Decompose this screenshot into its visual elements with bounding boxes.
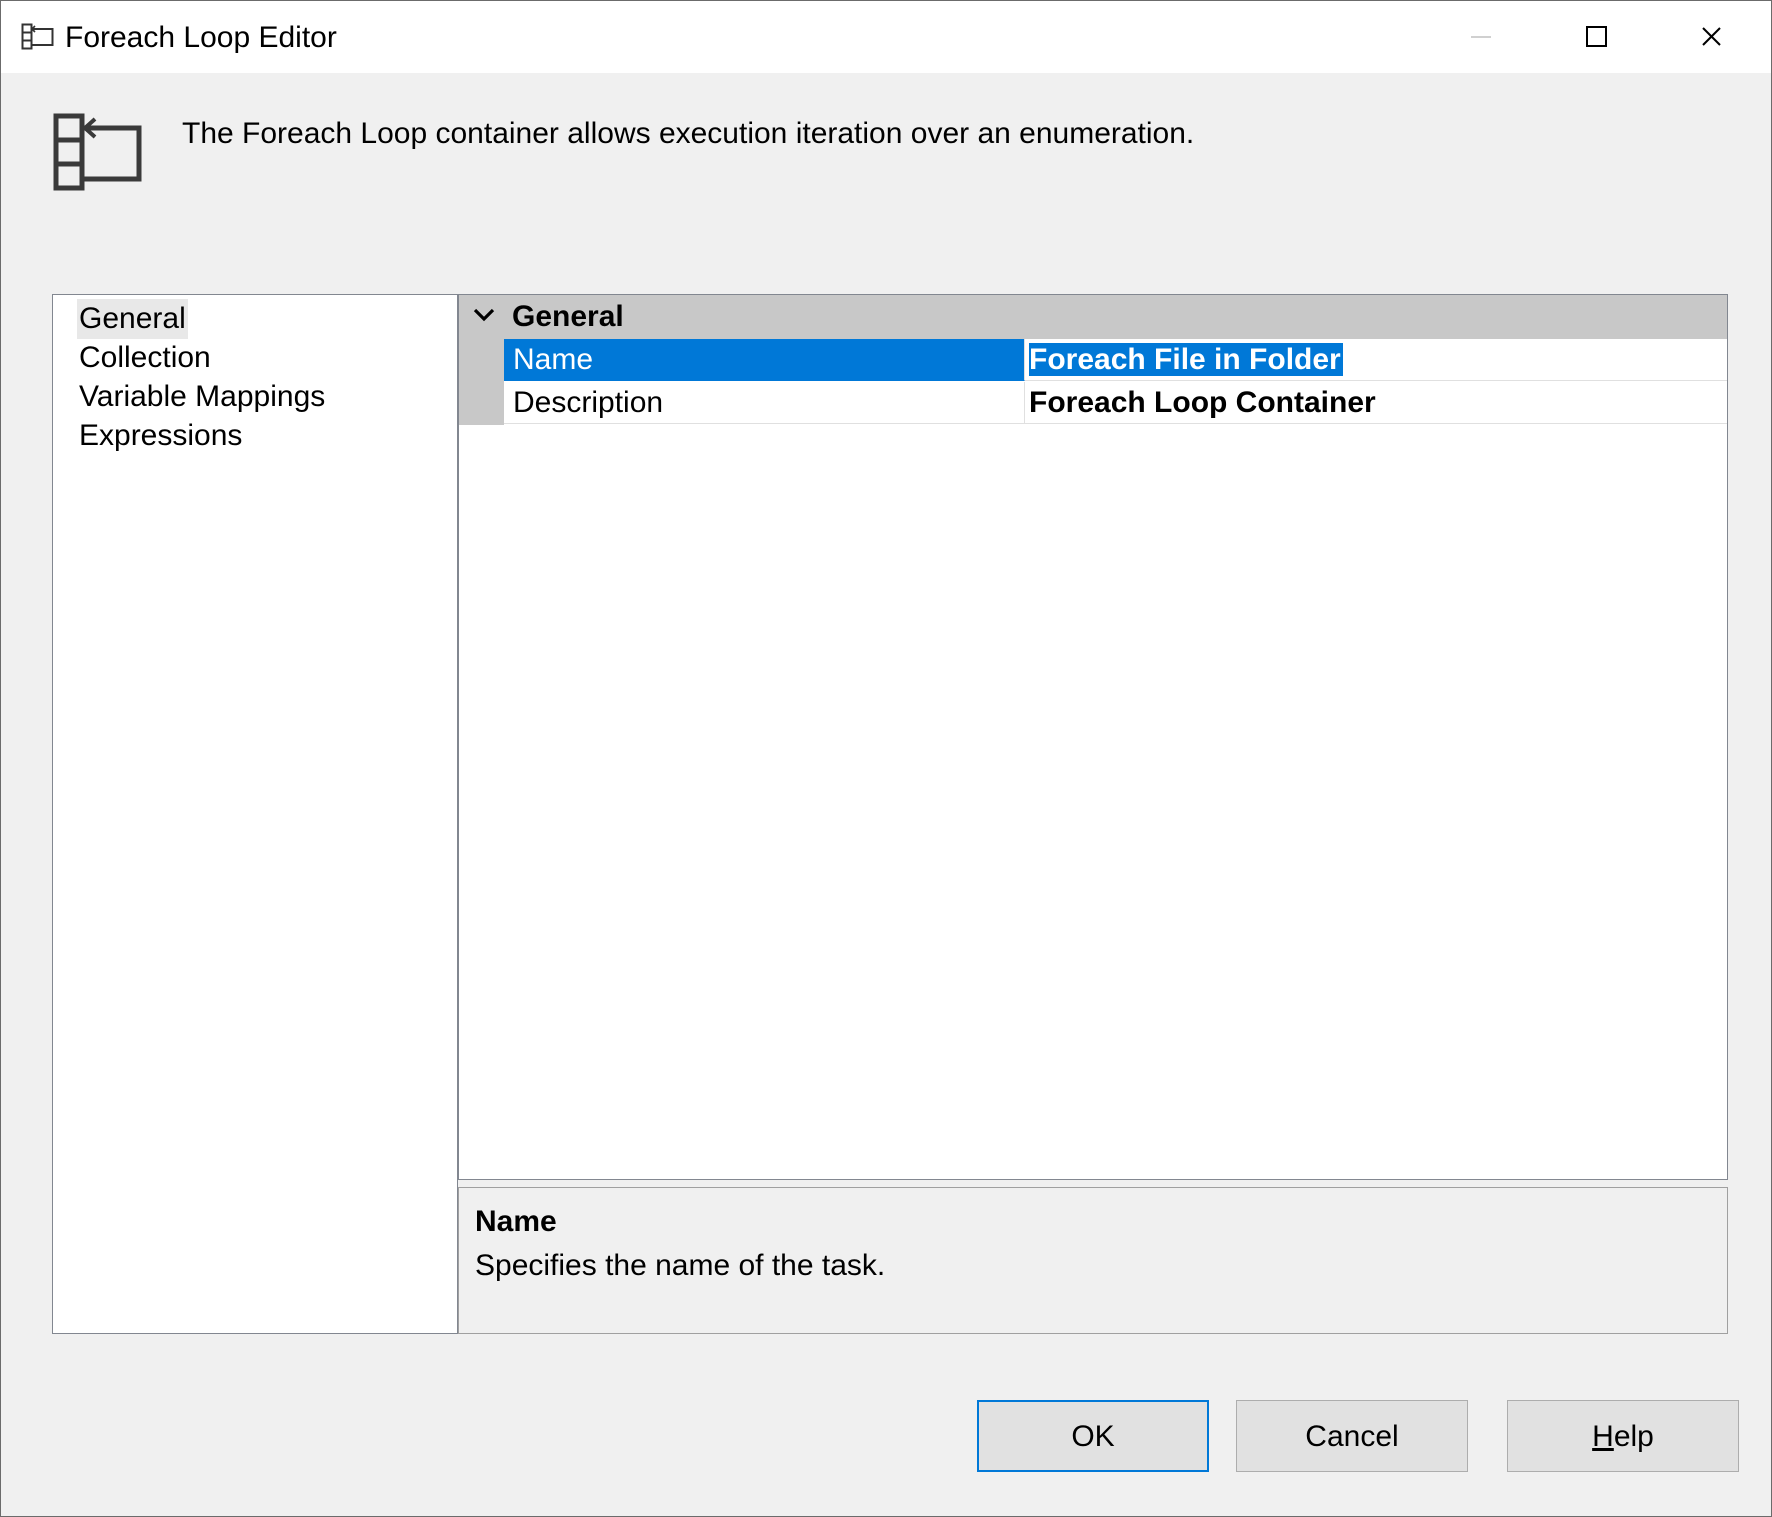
help-button[interactable]: Help: [1507, 1400, 1739, 1472]
property-name-label[interactable]: Name: [504, 339, 1025, 381]
close-icon: [1702, 27, 1721, 46]
category-general[interactable]: General: [459, 295, 1727, 339]
property-name-value-text[interactable]: Foreach File in Folder: [1029, 343, 1343, 376]
help-mnemonic: H: [1592, 1420, 1614, 1453]
property-row-description[interactable]: Description Foreach Loop Container: [459, 382, 1727, 425]
property-description-label[interactable]: Description: [504, 382, 1025, 424]
dialog-description: The Foreach Loop container allows execut…: [182, 117, 1195, 150]
title-bar: Foreach Loop Editor: [1, 1, 1771, 73]
property-grid: General Name Foreach File in Folder Desc…: [458, 294, 1728, 1180]
page-navigation-list: General Collection Variable Mappings Exp…: [52, 294, 458, 1334]
property-row-name[interactable]: Name Foreach File in Folder: [459, 339, 1727, 382]
property-description-value[interactable]: Foreach Loop Container: [1025, 382, 1727, 424]
help-label-rest: elp: [1613, 1420, 1654, 1453]
foreach-loop-large-icon: [51, 111, 147, 201]
minimize-icon: [1471, 36, 1491, 38]
row-gutter: [459, 382, 504, 425]
maximize-icon: [1586, 26, 1607, 47]
close-button[interactable]: [1655, 1, 1771, 73]
nav-item-variable-mappings[interactable]: Variable Mappings: [77, 377, 327, 417]
chevron-down-icon[interactable]: [473, 307, 495, 328]
cancel-button[interactable]: Cancel: [1236, 1400, 1468, 1472]
row-gutter: [459, 339, 504, 382]
maximize-button[interactable]: [1539, 1, 1655, 73]
help-title: Name: [475, 1205, 557, 1238]
ok-button[interactable]: OK: [977, 1400, 1209, 1472]
minimize-button[interactable]: [1423, 1, 1539, 73]
property-name-value[interactable]: Foreach File in Folder: [1025, 339, 1727, 381]
category-label: General: [512, 300, 624, 333]
nav-item-collection[interactable]: Collection: [77, 338, 213, 378]
foreach-loop-editor-dialog: Foreach Loop Editor The Foreach Loop con…: [0, 0, 1772, 1517]
nav-item-general[interactable]: General: [77, 299, 188, 339]
window-title: Foreach Loop Editor: [65, 21, 337, 54]
property-help-pane: Name Specifies the name of the task.: [458, 1187, 1728, 1334]
help-text: Specifies the name of the task.: [475, 1249, 886, 1282]
nav-item-expressions[interactable]: Expressions: [77, 416, 244, 456]
foreach-loop-icon: [21, 21, 55, 55]
